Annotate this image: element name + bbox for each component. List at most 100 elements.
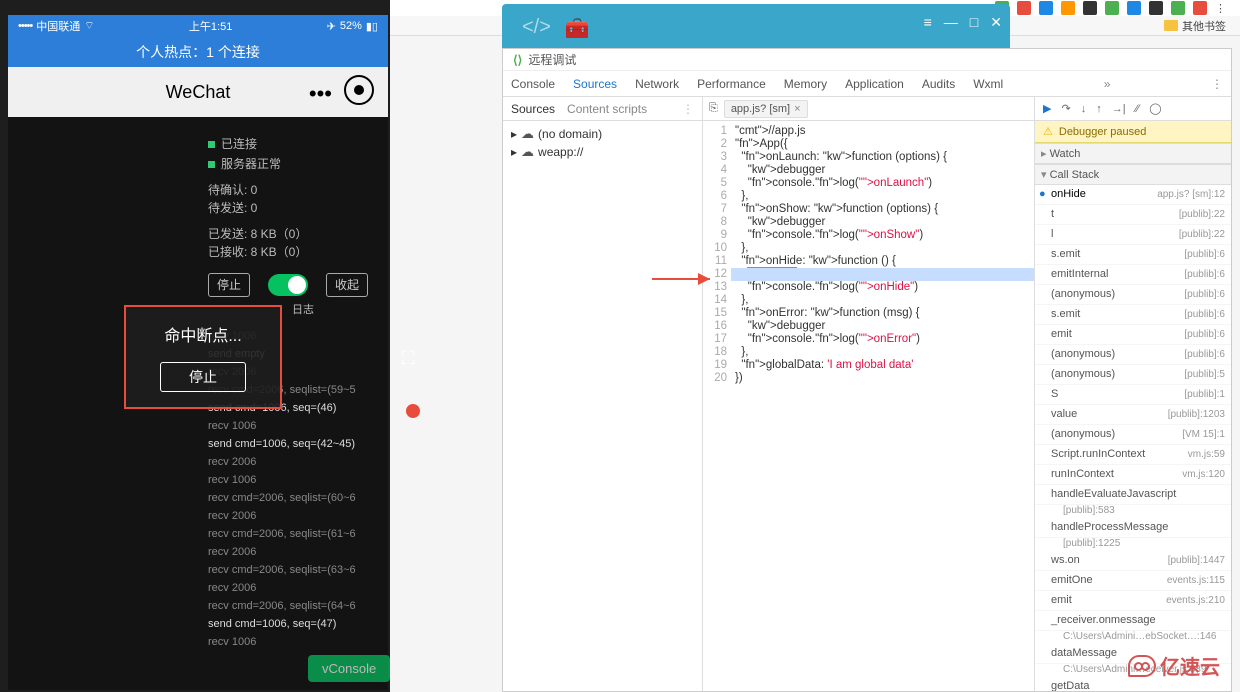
source-tree: ▸☁(no domain) ▸☁weapp:// xyxy=(503,121,702,165)
stack-frame[interactable]: value[publib]:1203 xyxy=(1035,405,1231,425)
devtools-tab[interactable]: Application xyxy=(845,77,904,91)
carrier-label: 中国联通 xyxy=(36,18,80,34)
stack-frame[interactable]: (anonymous)[publib]:6 xyxy=(1035,285,1231,305)
sources-subtab[interactable]: Sources xyxy=(511,102,555,116)
cloud-icon: ☁ xyxy=(521,143,534,161)
devtools-body: ⟨⟩ 远程调试 Console Sources Network Performance… xyxy=(502,48,1232,692)
ext-icon[interactable] xyxy=(1127,1,1141,15)
toolbox-icon[interactable]: 🧰 xyxy=(565,16,590,41)
settings-icon[interactable]: ⋮ xyxy=(1211,77,1223,91)
location-icon: ✈ xyxy=(327,20,336,33)
wechat-header: WeChat ••• xyxy=(8,67,388,117)
file-tab[interactable]: app.js? [sm] × xyxy=(724,100,808,118)
step-over-icon[interactable]: ↷ xyxy=(1061,102,1070,115)
devtools-title: 远程调试 xyxy=(528,51,576,68)
devtools-tab[interactable]: Audits xyxy=(922,77,955,91)
step-icon[interactable]: →| xyxy=(1112,103,1126,115)
stack-frame[interactable]: t[publib]:22 xyxy=(1035,205,1231,225)
stack-frame[interactable]: emitOneevents.js:115 xyxy=(1035,571,1231,591)
stack-frame[interactable]: handleProcessMessage xyxy=(1035,518,1231,538)
more-icon[interactable]: ⋮ xyxy=(682,102,694,116)
app-title: WeChat xyxy=(166,82,231,103)
ext-icon[interactable] xyxy=(1039,1,1053,15)
debug-toolbar: ▶ ↷ ↓ ↑ →| ⁄⁄ ◯ xyxy=(1035,97,1231,121)
devtools-tabs: Console Sources Network Performance Memory Ap… xyxy=(503,71,1231,97)
browser-menu-icon[interactable]: ⋮ xyxy=(1215,2,1226,15)
status-dot-icon xyxy=(208,141,215,148)
stack-frame[interactable]: runInContextvm.js:120 xyxy=(1035,465,1231,485)
ext-icon[interactable] xyxy=(1171,1,1185,15)
watermark-logo: 亿速云 xyxy=(1128,651,1220,680)
more-icon[interactable]: ••• xyxy=(309,81,332,107)
content-scripts-subtab[interactable]: Content scripts xyxy=(567,102,647,116)
step-out-icon[interactable]: ↑ xyxy=(1096,103,1102,115)
maximize-icon[interactable]: □ xyxy=(970,14,978,31)
devtools-logo-icon: ⟨⟩ xyxy=(513,53,522,67)
ext-icon[interactable] xyxy=(1083,1,1097,15)
stack-frame[interactable]: s.emit[publib]:6 xyxy=(1035,245,1231,265)
stack-frame[interactable]: Script.runInContextvm.js:59 xyxy=(1035,445,1231,465)
code-icon[interactable]: </> xyxy=(522,16,551,41)
hotspot-bar: 个人热点：1 个连接 xyxy=(8,37,388,67)
battery-percent: 52% xyxy=(340,20,362,32)
breakpoint-modal: 命中断点... 停止 xyxy=(124,305,282,409)
record-icon[interactable] xyxy=(406,404,420,418)
menu-icon[interactable]: ≡ xyxy=(924,14,932,31)
breakpoint-label: 命中断点... xyxy=(164,322,241,346)
ext-icon[interactable] xyxy=(1149,1,1163,15)
devtools-titlebar: </> 🧰 ≡ — □ ✕ xyxy=(502,4,1010,48)
cloud-icon: ☁ xyxy=(521,125,534,143)
battery-icon: ▮▯ xyxy=(366,20,378,33)
ext-icon[interactable] xyxy=(1017,1,1031,15)
vconsole-button[interactable]: vConsole xyxy=(308,655,390,682)
log-toggle[interactable] xyxy=(268,274,308,296)
stack-frame[interactable]: l[publib]:22 xyxy=(1035,225,1231,245)
stack-frame[interactable]: s.emit[publib]:6 xyxy=(1035,305,1231,325)
stack-frame[interactable]: _receiver.onmessage xyxy=(1035,611,1231,631)
devtools-tab[interactable]: Console xyxy=(511,77,555,91)
status-time: 上午1:51 xyxy=(189,18,232,34)
ext-icon[interactable] xyxy=(1061,1,1075,15)
devtools-tab[interactable]: Performance xyxy=(697,77,766,91)
stack-frame[interactable]: handleEvaluateJavascript xyxy=(1035,485,1231,505)
bookmark-folder[interactable]: 其他书签 xyxy=(1182,18,1226,34)
minimize-icon[interactable]: — xyxy=(944,14,958,31)
tree-item[interactable]: ▸☁weapp:// xyxy=(511,143,694,161)
stack-frame[interactable]: (anonymous)[VM 15]:1 xyxy=(1035,425,1231,445)
target-icon[interactable] xyxy=(344,75,374,105)
stop-button[interactable]: 停止 xyxy=(208,273,250,297)
tabs-overflow-icon[interactable]: » xyxy=(1104,77,1111,91)
stack-frame[interactable]: S[publib]:1 xyxy=(1035,385,1231,405)
file-nav-icon[interactable]: ⎘ xyxy=(709,102,718,115)
stack-frame[interactable]: emitInternal[publib]:6 xyxy=(1035,265,1231,285)
folder-icon xyxy=(1164,20,1178,31)
debugger-paused: Debugger paused xyxy=(1035,121,1231,143)
stack-frame[interactable]: emitevents.js:210 xyxy=(1035,591,1231,611)
close-tab-icon[interactable]: × xyxy=(794,103,800,115)
deactivate-breakpoints-icon[interactable]: ⁄⁄ xyxy=(1136,103,1140,115)
devtools-tab[interactable]: Memory xyxy=(784,77,827,91)
collapse-button[interactable]: 收起 xyxy=(326,273,368,297)
stack-frame[interactable]: emit[publib]:6 xyxy=(1035,325,1231,345)
code-editor[interactable]: 1234567891011121314151617181920 "cmt">//… xyxy=(703,121,1034,691)
status-dot-icon xyxy=(208,161,215,168)
stack-frame[interactable]: (anonymous)[publib]:5 xyxy=(1035,365,1231,385)
devtools-tab[interactable]: Network xyxy=(635,77,679,91)
tree-item[interactable]: ▸☁(no domain) xyxy=(511,125,694,143)
pause-exceptions-icon[interactable]: ◯ xyxy=(1149,102,1161,115)
stack-frame[interactable]: ws.on[publib]:1447 xyxy=(1035,551,1231,571)
watch-section[interactable]: Watch xyxy=(1035,143,1231,164)
breakpoint-stop-button[interactable]: 停止 xyxy=(160,362,246,392)
stack-frame[interactable]: (anonymous)[publib]:6 xyxy=(1035,345,1231,365)
step-into-icon[interactable]: ↓ xyxy=(1081,103,1087,115)
call-stack-list: onHideapp.js? [sm]:12t[publib]:22l[publi… xyxy=(1035,185,1231,691)
signal-icon: ••••• xyxy=(18,20,32,32)
devtools-tab[interactable]: Wxml xyxy=(973,77,1003,91)
ext-icon[interactable] xyxy=(1105,1,1119,15)
callstack-section[interactable]: Call Stack xyxy=(1035,164,1231,185)
devtools-tab[interactable]: Sources xyxy=(573,77,617,91)
resume-icon[interactable]: ▶ xyxy=(1043,102,1051,115)
ext-icon[interactable] xyxy=(1193,1,1207,15)
stack-frame[interactable]: onHideapp.js? [sm]:12 xyxy=(1035,185,1231,205)
close-icon[interactable]: ✕ xyxy=(990,14,1002,31)
